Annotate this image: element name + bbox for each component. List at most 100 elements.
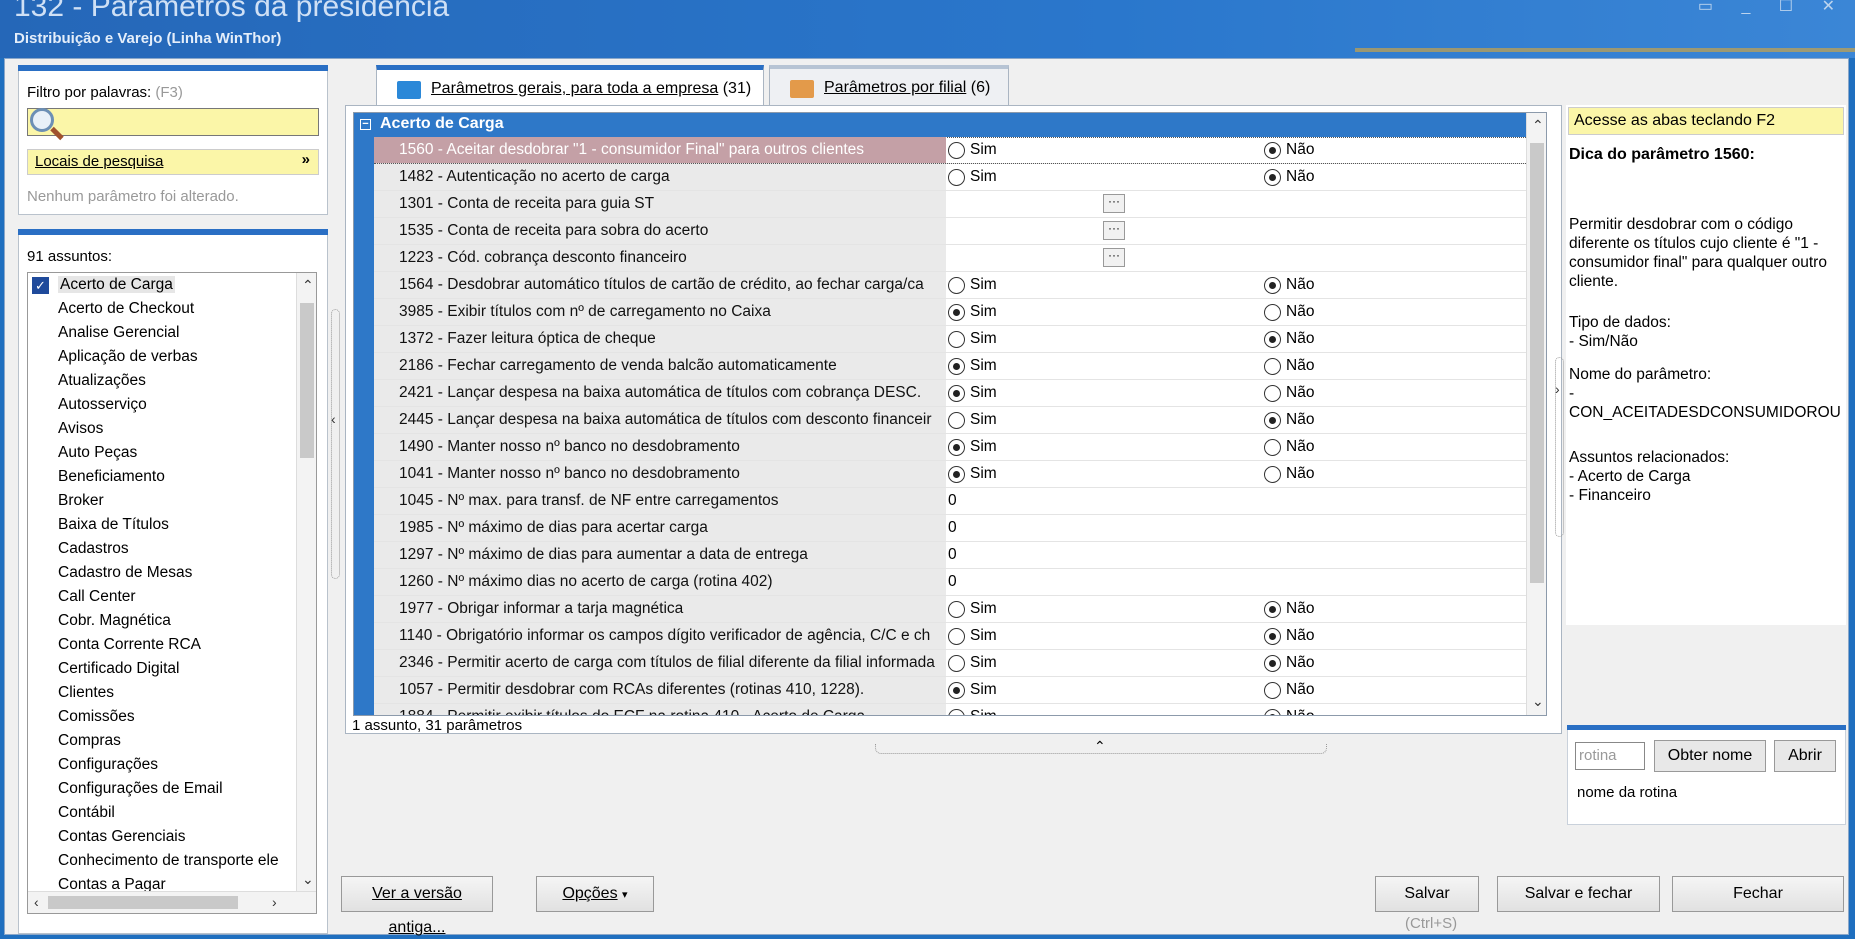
param-value[interactable]: 0 [948, 519, 957, 537]
list-item[interactable]: Contábil [28, 801, 316, 825]
list-item[interactable]: ✓ Acerto de Carga [28, 273, 316, 297]
radio-nao[interactable]: Não [1264, 168, 1314, 186]
options-button[interactable]: Opções ▾ [536, 876, 654, 912]
list-item[interactable]: Atualizações [28, 369, 316, 393]
table-row[interactable]: 1535 - Conta de receita para sobra do ac… [374, 218, 1528, 245]
obter-nome-button[interactable]: Obter nome [1654, 740, 1766, 772]
list-item[interactable]: Conta Corrente RCA [28, 633, 316, 657]
radio-sim[interactable]: Sim [948, 276, 997, 294]
table-row[interactable]: 2421 - Lançar despesa na baixa automátic… [374, 380, 1528, 407]
ellipsis-button[interactable]: ··· [1103, 221, 1125, 240]
scroll-thumb[interactable] [1530, 143, 1544, 583]
collapse-left-icon[interactable]: ‹ [331, 411, 336, 427]
list-item[interactable]: Clientes [28, 681, 316, 705]
scroll-down-icon[interactable]: ⌄ [1532, 693, 1544, 710]
table-row[interactable]: 1223 - Cód. cobrança desconto financeiro… [374, 245, 1528, 272]
radio-sim[interactable]: Sim [948, 654, 997, 672]
radio-sim[interactable]: Sim [948, 357, 997, 375]
list-item[interactable]: Autosserviço [28, 393, 316, 417]
list-item[interactable]: Broker [28, 489, 316, 513]
table-row[interactable]: 1372 - Fazer leitura óptica de cheque Sim… [374, 326, 1528, 353]
param-value[interactable]: 0 [948, 492, 957, 510]
chevron-up-icon[interactable]: ⌃ [1094, 738, 1106, 755]
list-item[interactable]: Compras [28, 729, 316, 753]
radio-nao[interactable]: Não [1264, 357, 1314, 375]
list-item[interactable]: Configurações [28, 753, 316, 777]
radio-nao[interactable]: Não [1264, 627, 1314, 645]
list-item[interactable]: Conhecimento de transporte ele [28, 849, 316, 873]
bottom-splitter[interactable]: ⌃ [875, 738, 1327, 754]
table-row[interactable]: 1490 - Manter nosso nº banco no desdobra… [374, 434, 1528, 461]
group-header[interactable]: − Acerto de Carga [354, 113, 1528, 137]
old-version-button[interactable]: Ver a versão antiga... [341, 876, 493, 936]
radio-sim[interactable]: Sim [948, 330, 997, 348]
radio-nao[interactable]: Não [1264, 600, 1314, 618]
scroll-thumb[interactable] [300, 303, 314, 458]
subjects-list[interactable]: ✓ Acerto de Carga Acerto de Checkout Analis… [27, 272, 317, 914]
radio-sim[interactable]: Sim [948, 438, 997, 456]
table-row[interactable]: 1884 - Permitir exibir títulos do ECF na… [374, 704, 1528, 715]
table-row[interactable]: 2186 - Fechar carregamento de venda balc… [374, 353, 1528, 380]
list-item[interactable]: Auto Peças [28, 441, 316, 465]
list-item[interactable]: Certificado Digital [28, 657, 316, 681]
list-item[interactable]: Avisos [28, 417, 316, 441]
radio-nao[interactable]: Não [1264, 681, 1314, 699]
grid-vertical-scrollbar[interactable]: ⌃ ⌄ [1526, 113, 1546, 715]
radio-nao[interactable]: Não [1264, 654, 1314, 672]
radio-nao[interactable]: Não [1264, 303, 1314, 321]
radio-sim[interactable]: Sim [948, 465, 997, 483]
list-item[interactable]: Configurações de Email [28, 777, 316, 801]
radio-sim[interactable]: Sim [948, 411, 997, 429]
radio-nao[interactable]: Não [1264, 141, 1314, 159]
ellipsis-button[interactable]: ··· [1103, 248, 1125, 267]
table-row[interactable]: 1301 - Conta de receita para guia ST ··· [374, 191, 1528, 218]
rotina-input[interactable]: rotina [1575, 742, 1645, 770]
list-item[interactable]: Beneficiamento [28, 465, 316, 489]
list-item[interactable]: Contas Gerenciais [28, 825, 316, 849]
table-row[interactable]: 1297 - Nº máximo de dias para aumentar a… [374, 542, 1528, 569]
radio-nao[interactable]: Não [1264, 330, 1314, 348]
list-item[interactable]: Analise Gerencial [28, 321, 316, 345]
table-row[interactable]: 1482 - Autenticação no acerto de carga Si… [374, 164, 1528, 191]
tab-branch-params[interactable]: Parâmetros por filial (6) [769, 65, 1009, 105]
radio-nao[interactable]: Não [1264, 438, 1314, 456]
filter-search-input[interactable] [27, 108, 319, 136]
table-row[interactable]: 1564 - Desdobrar automático títulos de c… [374, 272, 1528, 299]
radio-sim[interactable]: Sim [948, 141, 997, 159]
radio-sim[interactable]: Sim [948, 681, 997, 699]
table-row[interactable]: 3985 - Exibir títulos com nº de carregam… [374, 299, 1528, 326]
list-item[interactable]: Cobr. Magnética [28, 609, 316, 633]
radio-nao[interactable]: Não [1264, 276, 1314, 294]
scroll-up-icon[interactable]: ⌃ [302, 277, 314, 294]
radio-nao[interactable]: Não [1264, 384, 1314, 402]
save-close-button[interactable]: Salvar e fechar [1497, 876, 1660, 912]
scroll-up-icon[interactable]: ⌃ [1532, 117, 1544, 134]
table-row[interactable]: 1140 - Obrigatório informar os campos dí… [374, 623, 1528, 650]
collapse-right-icon[interactable]: › [1555, 381, 1560, 397]
table-row[interactable]: 1041 - Manter nosso nº banco no desdobra… [374, 461, 1528, 488]
list-item[interactable]: Call Center [28, 585, 316, 609]
ellipsis-button[interactable]: ··· [1103, 194, 1125, 213]
radio-nao[interactable]: Não [1264, 465, 1314, 483]
subjects-horizontal-scrollbar[interactable]: ‹ › [28, 891, 316, 913]
table-row[interactable]: 2445 - Lançar despesa na baixa automátic… [374, 407, 1528, 434]
scroll-left-icon[interactable]: ‹ [34, 894, 39, 910]
radio-sim[interactable]: Sim [948, 384, 997, 402]
table-row[interactable]: 1260 - Nº máximo dias no acerto de carga… [374, 569, 1528, 596]
radio-sim[interactable]: Sim [948, 600, 997, 618]
scroll-down-icon[interactable]: ⌄ [302, 871, 314, 888]
list-item[interactable]: Cadastro de Mesas [28, 561, 316, 585]
scroll-right-icon[interactable]: › [272, 894, 277, 910]
collapse-icon[interactable]: − [360, 119, 371, 130]
table-row[interactable]: 1985 - Nº máximo de dias para acertar ca… [374, 515, 1528, 542]
abrir-button[interactable]: Abrir [1774, 740, 1836, 772]
locais-dropdown[interactable]: Locais de pesquisa » [27, 149, 319, 175]
scroll-thumb[interactable] [48, 896, 238, 909]
radio-sim[interactable]: Sim [948, 708, 997, 715]
list-item[interactable]: Acerto de Checkout [28, 297, 316, 321]
tab-general-params[interactable]: Parâmetros gerais, para toda a empresa (… [376, 65, 764, 107]
close-button[interactable]: Fechar [1672, 876, 1844, 912]
table-row[interactable]: 1057 - Permitir desdobrar com RCAs difer… [374, 677, 1528, 704]
list-item[interactable]: Comissões [28, 705, 316, 729]
list-item[interactable]: Cadastros [28, 537, 316, 561]
